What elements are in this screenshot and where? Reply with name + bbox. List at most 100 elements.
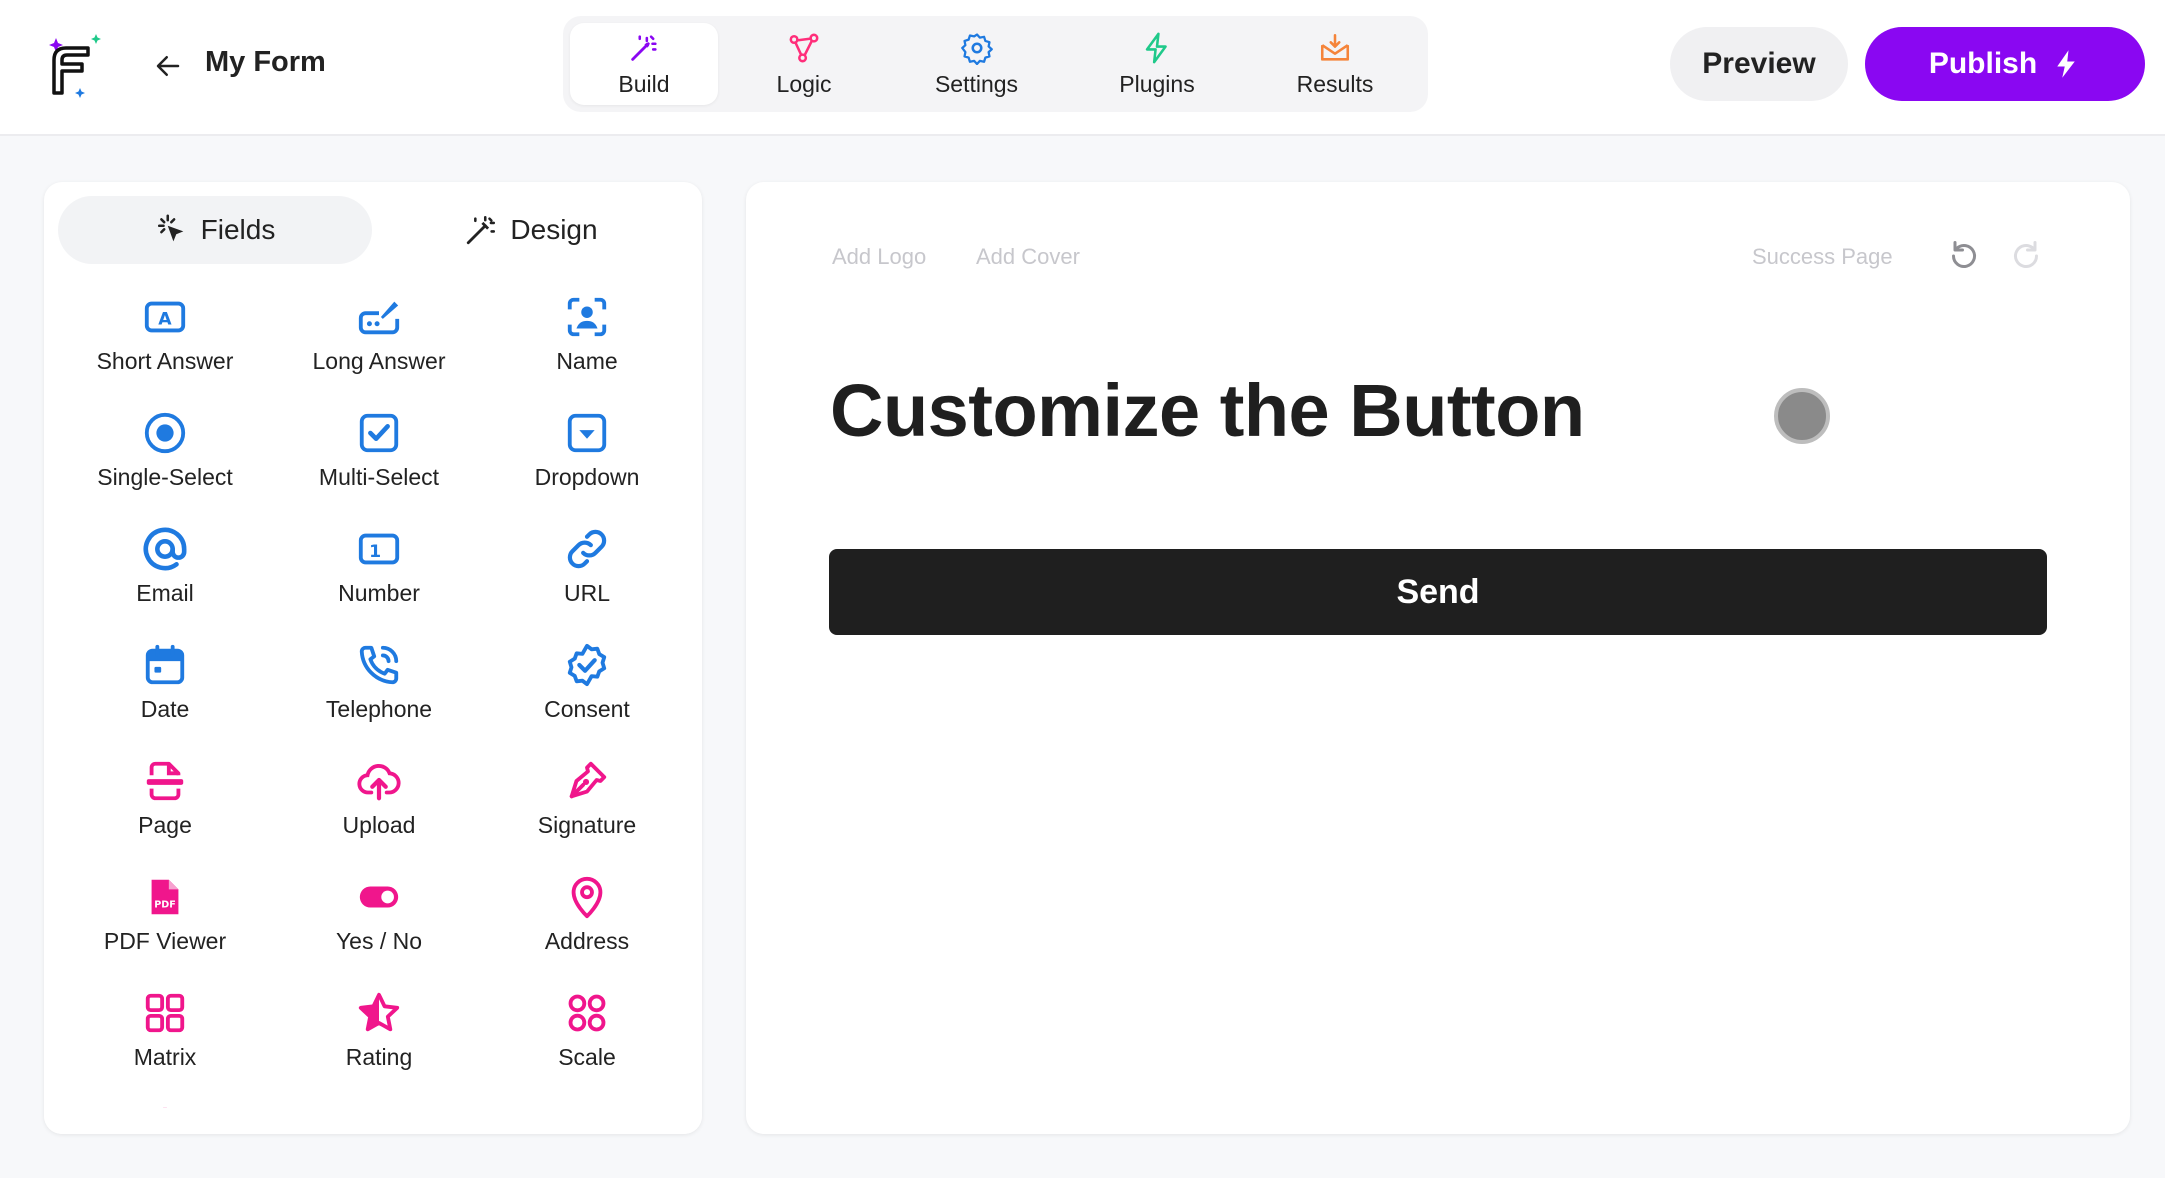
svg-text:A: A — [158, 310, 172, 330]
field-types-grid: A Short Answer Long Answer Name Single-S… — [58, 294, 688, 1134]
field-telephone[interactable]: Telephone — [272, 642, 486, 738]
top-bar: My Form Build Logic Settings Plugins Res… — [0, 0, 2165, 136]
field-label: Consent — [544, 696, 630, 722]
field-signature[interactable]: Signature — [486, 758, 688, 854]
field-consent[interactable]: Consent — [486, 642, 688, 738]
tab-build-label: Build — [618, 70, 670, 97]
field-date[interactable]: Date — [58, 642, 272, 738]
undo-icon[interactable] — [1946, 238, 1982, 274]
fields-panel: Fields Design A Short Answer Long Answer… — [44, 182, 702, 1134]
field-url[interactable]: URL — [486, 526, 688, 622]
panel-bottom-edge — [44, 1108, 702, 1134]
field-label: Dropdown — [534, 464, 640, 490]
person-scan-icon — [567, 297, 607, 337]
pen-nib-icon — [569, 761, 607, 799]
tab-design[interactable]: Design — [374, 196, 688, 264]
field-rating[interactable]: Rating — [272, 990, 486, 1086]
success-page-link[interactable]: Success Page — [1752, 244, 1893, 270]
field-label: URL — [563, 580, 610, 606]
svg-text:PDF: PDF — [154, 900, 176, 911]
tab-fields[interactable]: Fields — [58, 196, 372, 264]
field-yes-no[interactable]: Yes / No — [272, 874, 486, 970]
panel-tabs: Fields Design — [58, 196, 688, 264]
field-label: PDF Viewer — [103, 928, 227, 954]
page-icon — [146, 761, 184, 801]
main-tabs: Build Logic Settings Plugins Results — [563, 16, 1428, 112]
text-box-icon: A — [144, 301, 186, 333]
tab-build[interactable]: Build — [570, 23, 719, 105]
field-label: Date — [140, 696, 190, 722]
field-name[interactable]: Name — [486, 294, 688, 390]
redo-icon[interactable] — [2008, 238, 2044, 274]
tab-logic[interactable]: Logic — [730, 23, 878, 105]
field-label: Yes / No — [335, 928, 423, 954]
field-label: Rating — [345, 1044, 413, 1070]
field-single-select[interactable]: Single-Select — [58, 410, 272, 506]
tab-fields-label: Fields — [200, 214, 276, 245]
field-short-answer[interactable]: A Short Answer — [58, 294, 272, 390]
magic-wand-icon — [631, 34, 657, 61]
toggle-icon — [359, 886, 399, 908]
publish-button[interactable]: Publish — [1865, 27, 2145, 101]
pen-box-icon — [358, 301, 400, 335]
field-long-answer[interactable]: Long Answer — [272, 294, 486, 390]
app-logo-icon[interactable] — [40, 30, 112, 102]
field-label: Single-Select — [97, 464, 233, 490]
tab-results[interactable]: Results — [1261, 23, 1409, 105]
back-arrow-icon[interactable] — [150, 48, 186, 84]
field-label: Scale — [558, 1044, 616, 1070]
form-name[interactable]: My Form — [205, 46, 326, 79]
field-label: Address — [544, 928, 630, 954]
lightning-icon — [2057, 50, 2075, 78]
field-address[interactable]: Address — [486, 874, 688, 970]
svg-text:1: 1 — [369, 542, 381, 562]
preview-button[interactable]: Preview — [1670, 27, 1848, 101]
send-button[interactable]: Send — [829, 549, 2047, 635]
cursor-indicator — [1774, 388, 1830, 444]
tab-plugins[interactable]: Plugins — [1083, 23, 1231, 105]
tab-logic-label: Logic — [776, 70, 832, 97]
publish-button-label: Publish — [1928, 47, 2038, 80]
field-email[interactable]: Email — [58, 526, 272, 622]
number-icon: 1 — [358, 533, 400, 565]
tab-settings[interactable]: Settings — [900, 23, 1053, 105]
field-matrix[interactable]: Matrix — [58, 990, 272, 1086]
add-logo-link[interactable]: Add Logo — [832, 244, 926, 270]
lightning-icon — [1145, 32, 1167, 63]
form-title[interactable]: Customize the Button — [830, 368, 1585, 453]
inbox-icon — [1320, 33, 1350, 61]
checkbox-icon — [359, 413, 399, 453]
gear-icon — [960, 32, 993, 65]
field-label: Telephone — [325, 696, 433, 722]
field-page[interactable]: Page — [58, 758, 272, 854]
field-label: Page — [138, 812, 192, 838]
dots-grid-icon — [568, 994, 606, 1032]
field-dropdown[interactable]: Dropdown — [486, 410, 688, 506]
tab-plugins-label: Plugins — [1119, 70, 1195, 97]
nodes-icon — [789, 33, 819, 62]
cloud-upload-icon — [357, 764, 401, 801]
badge-check-icon — [567, 643, 607, 687]
add-cover-link[interactable]: Add Cover — [976, 244, 1080, 270]
calendar-icon — [145, 644, 185, 685]
field-label: Signature — [537, 812, 637, 838]
field-label: Multi-Select — [318, 464, 440, 490]
form-canvas: Add Logo Add Cover Success Page Customiz… — [746, 182, 2130, 1134]
field-multi-select[interactable]: Multi-Select — [272, 410, 486, 506]
tab-results-label: Results — [1296, 70, 1374, 97]
field-number[interactable]: 1 Number — [272, 526, 486, 622]
field-label: Name — [556, 348, 618, 374]
field-label: Number — [338, 580, 420, 606]
field-label: Long Answer — [312, 348, 446, 374]
at-icon — [143, 527, 187, 571]
field-label: Email — [136, 580, 194, 606]
field-scale[interactable]: Scale — [486, 990, 688, 1086]
pdf-icon: PDF — [151, 879, 179, 915]
field-pdf-viewer[interactable]: PDF PDF Viewer — [58, 874, 272, 970]
tab-design-label: Design — [510, 214, 598, 245]
pointer-click-icon — [157, 214, 183, 242]
field-upload[interactable]: Upload — [272, 758, 486, 854]
field-label: Matrix — [133, 1044, 197, 1070]
grid-icon — [145, 993, 185, 1033]
dropdown-icon — [567, 413, 607, 453]
